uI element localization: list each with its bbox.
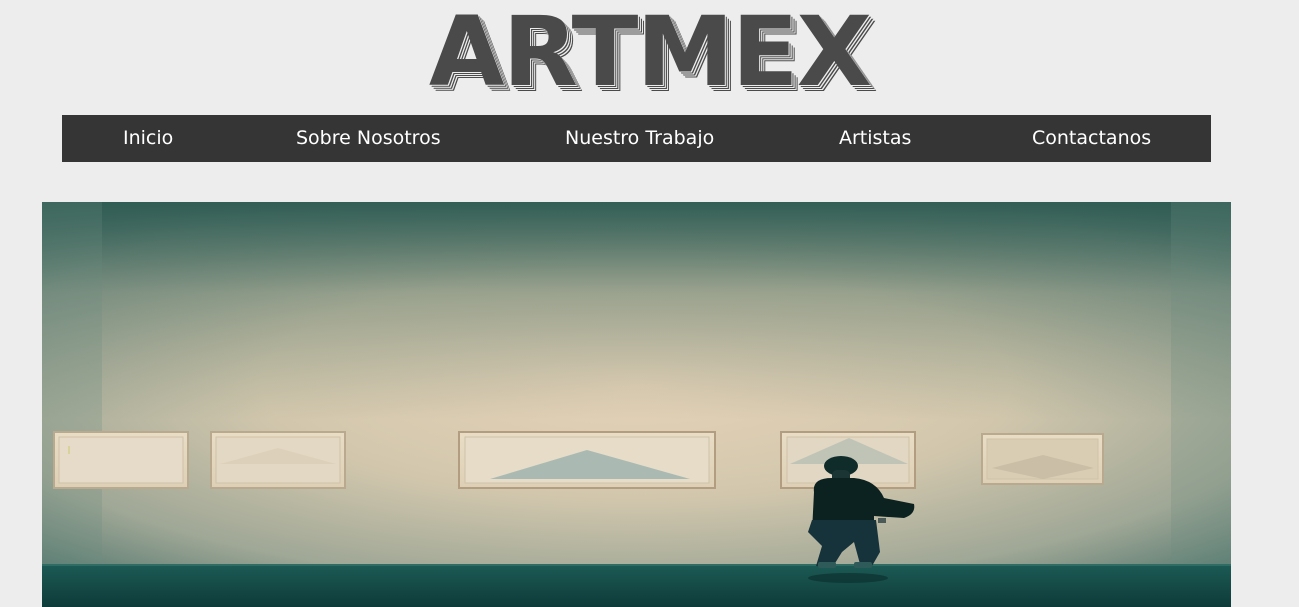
nav-item-contactanos[interactable]: Contactanos — [1032, 115, 1151, 162]
artwork-frame-3 — [458, 431, 716, 489]
main-nav: Inicio Sobre Nosotros Nuestro Trabajo Ar… — [62, 115, 1211, 162]
nav-item-artistas[interactable]: Artistas — [839, 115, 911, 162]
nav-item-sobre-nosotros[interactable]: Sobre Nosotros — [296, 115, 441, 162]
site-logo[interactable]: ARTMEX — [0, 4, 1299, 100]
gallery-photo — [42, 202, 1231, 607]
nav-item-inicio[interactable]: Inicio — [123, 115, 173, 162]
hero-image — [42, 202, 1231, 607]
nav-item-nuestro-trabajo[interactable]: Nuestro Trabajo — [565, 115, 714, 162]
artwork-frame-5 — [981, 433, 1104, 485]
artwork-frame-2 — [210, 431, 346, 489]
artwork-frame-1 — [53, 431, 189, 489]
page: ARTMEX Inicio Sobre Nosotros Nuestro Tra… — [0, 0, 1299, 607]
